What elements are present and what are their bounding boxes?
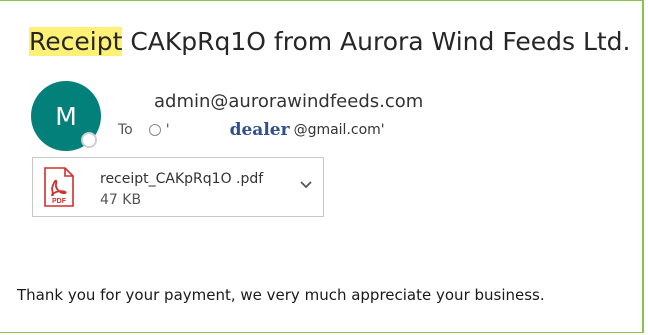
sender-email[interactable]: admin@aurorawindfeeds.com bbox=[154, 91, 423, 112]
recipient-presence-icon bbox=[148, 124, 161, 136]
pdf-icon-label: PDF bbox=[52, 198, 67, 205]
recipient-name[interactable]: dealer bbox=[230, 120, 290, 140]
attachment-filename: receipt_CAKpRq1O .pdf bbox=[100, 171, 264, 187]
recipient-row: To ' dealer @gmail.com' bbox=[118, 120, 385, 140]
recipient-quote: ' bbox=[165, 122, 170, 138]
to-label: To bbox=[118, 122, 133, 138]
pdf-file-icon: PDF bbox=[44, 167, 74, 207]
recipient-domain[interactable]: @gmail.com' bbox=[294, 122, 385, 138]
avatar-initial: M bbox=[55, 101, 77, 131]
presence-status-icon bbox=[81, 132, 97, 148]
attachment-card[interactable]: PDF receipt_CAKpRq1O .pdf 47 KB bbox=[32, 157, 324, 217]
attachment-size: 47 KB bbox=[100, 192, 142, 208]
email-reading-pane: Receipt CAKpRq1O from Aurora Wind Feeds … bbox=[0, 0, 644, 333]
chevron-down-icon[interactable] bbox=[299, 180, 313, 190]
subject-text: CAKpRq1O from Aurora Wind Feeds Ltd. bbox=[122, 27, 631, 56]
email-subject: Receipt CAKpRq1O from Aurora Wind Feeds … bbox=[29, 25, 631, 59]
subject-highlight: Receipt bbox=[29, 27, 123, 56]
email-body: Thank you for your payment, we very much… bbox=[17, 286, 545, 304]
